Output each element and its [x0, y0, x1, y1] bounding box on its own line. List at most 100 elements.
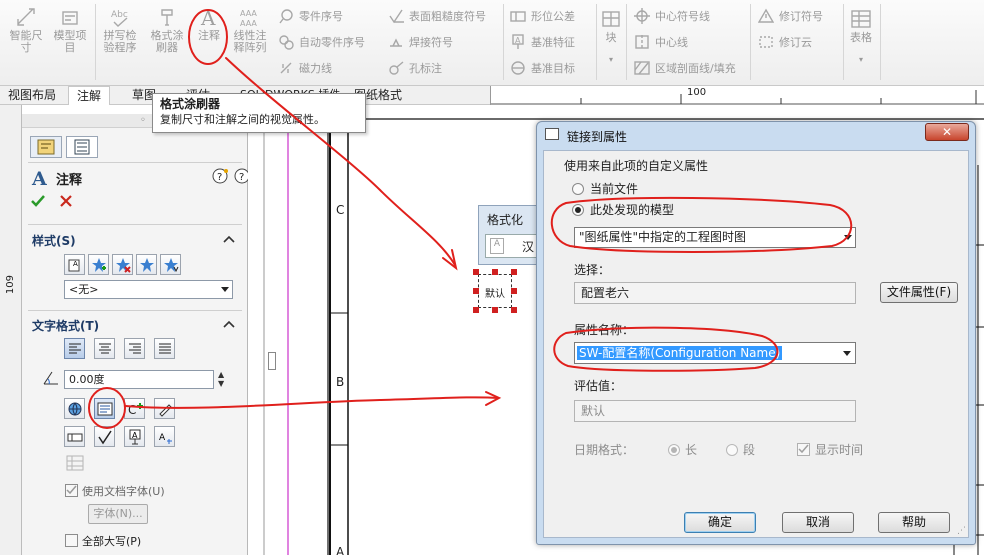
model-items-icon [59, 6, 81, 28]
spell-check-button[interactable]: Abc 拼写检 验程序 [98, 6, 142, 54]
file-properties-button[interactable]: 文件属性(F) [880, 282, 958, 303]
date-format-label: 日期格式： [574, 443, 635, 457]
property-name-select[interactable]: SW-配置名称(Configuration Name) [574, 342, 856, 364]
current-file-radio[interactable] [572, 183, 584, 195]
property-manager-tab[interactable] [30, 136, 62, 158]
svg-text:?: ? [217, 172, 222, 183]
block-dropdown-icon[interactable]: ▾ [609, 54, 613, 66]
panel-pin-icon[interactable]: ◦ [140, 115, 146, 126]
delete-style-star-icon [115, 257, 131, 273]
format-painter-button[interactable]: 格式涂 刷器 [144, 6, 190, 54]
linear-note-pattern-label: 线性注 释阵列 [233, 29, 267, 54]
delete-style-button[interactable] [112, 254, 133, 275]
dialog-titlebar[interactable]: 链接到属性 ✕ [537, 122, 975, 148]
align-left-button[interactable] [64, 338, 85, 359]
magnetic-line-button[interactable]: 磁力线 [278, 60, 332, 76]
justify-button[interactable] [154, 338, 175, 359]
smart-dimension-button[interactable]: 智能尺 寸 [4, 6, 48, 54]
revision-cloud-label: 修订云 [779, 36, 812, 49]
auto-balloon-button[interactable]: 自动零件序号 [278, 34, 365, 50]
help-button[interactable]: 帮助 [878, 512, 950, 533]
add-symbol-button[interactable]: C [124, 398, 145, 419]
cancel-button[interactable]: 取消 [782, 512, 854, 533]
use-document-font-label: 使用文档字体(U) [82, 485, 165, 498]
zone-label-b: B [336, 375, 345, 389]
angle-icon [42, 370, 60, 389]
date-short-radio[interactable] [726, 444, 738, 456]
surface-finish-button[interactable]: 表面粗糙度符号 [388, 8, 486, 24]
revision-cloud-button[interactable]: 修订云 [758, 34, 812, 50]
feature-tree-tab[interactable] [66, 136, 98, 158]
link-to-property-button[interactable] [94, 398, 115, 419]
load-style-button[interactable] [160, 254, 181, 275]
note-button[interactable]: A 注释 [193, 6, 225, 42]
splitter-handle[interactable] [268, 352, 276, 370]
cancel-x-icon[interactable] [59, 194, 73, 211]
resize-grip-icon[interactable]: ⋰ [957, 526, 966, 536]
geometric-tolerance-button[interactable]: 形位公差 [510, 8, 575, 24]
insert-hole-callout-button[interactable]: A [154, 426, 175, 447]
zone-label-c: C [336, 203, 345, 217]
globe-link-icon [68, 402, 81, 415]
note-label: 注释 [198, 29, 220, 42]
area-hatch-label: 区域剖面线/填充 [655, 62, 736, 75]
text-format-collapse-icon[interactable] [223, 320, 235, 328]
vertical-ruler-label: 109 [5, 275, 16, 295]
centerline-label: 中心线 [655, 36, 688, 49]
model-items-button[interactable]: 模型项 目 [48, 6, 92, 54]
angle-input[interactable]: 0.00度 [64, 370, 214, 389]
tab-view-layout[interactable]: 视图布局 [0, 86, 64, 105]
hole-callout-button[interactable]: 孔标注 [388, 60, 442, 76]
check-icon [798, 444, 809, 454]
datum-target-button[interactable]: 基准目标 [510, 60, 575, 76]
show-time-checkbox[interactable] [797, 443, 810, 456]
block-button[interactable]: 块 ▾ [598, 8, 624, 66]
date-short-label: 段 [743, 443, 756, 457]
tab-annotation[interactable]: 注解 [68, 86, 111, 105]
svg-text:A: A [159, 433, 166, 443]
centerline-button[interactable]: 中心线 [634, 34, 688, 50]
dialog-app-icon [545, 128, 559, 140]
date-long-radio[interactable] [668, 444, 680, 456]
area-hatch-icon [634, 60, 650, 76]
model-source-value: "图纸属性"中指定的工程图时图 [579, 230, 747, 244]
linear-note-pattern-button[interactable]: AAA AAA 线性注 释阵列 [228, 6, 272, 54]
align-center-button[interactable] [94, 338, 115, 359]
model-found-radio[interactable] [572, 204, 584, 216]
svg-text:AAA: AAA [240, 9, 257, 18]
datum-feature-button[interactable]: A 基准特征 [510, 34, 575, 50]
ok-check-icon[interactable] [31, 194, 45, 211]
all-caps-checkbox[interactable] [65, 534, 78, 547]
font-field[interactable]: A 汉 [485, 234, 541, 258]
model-source-select[interactable]: "图纸属性"中指定的工程图时图 [574, 227, 856, 248]
revision-symbol-button[interactable]: 修订符号 [758, 8, 823, 24]
hyperlink-button[interactable] [64, 398, 85, 419]
insert-surface-finish-button[interactable] [94, 426, 115, 447]
area-hatch-button[interactable]: 区域剖面线/填充 [634, 60, 736, 76]
help-icon[interactable]: ? [212, 168, 228, 187]
save-style-button[interactable] [136, 254, 157, 275]
align-right-button[interactable] [124, 338, 145, 359]
apply-default-style-button[interactable]: A [64, 254, 85, 275]
style-collapse-icon[interactable] [223, 235, 235, 243]
table-dropdown-icon[interactable]: ▾ [859, 54, 863, 66]
insert-gtol-button[interactable] [64, 426, 85, 447]
lock-symbol-button[interactable] [154, 398, 175, 419]
insert-datum-button[interactable]: A [124, 426, 145, 447]
date-long-label: 长 [685, 443, 698, 457]
font-button[interactable]: 字体(N)... [88, 504, 148, 524]
horizontal-ruler: 100 [490, 86, 984, 105]
load-style-star-icon [163, 257, 178, 272]
center-mark-button[interactable]: 中心符号线 [634, 8, 710, 24]
ok-button[interactable]: 确定 [684, 512, 756, 533]
style-select[interactable]: <无> [64, 280, 233, 299]
balloon-button[interactable]: 零件序号 [278, 8, 343, 24]
style-select-value: <无> [69, 283, 99, 296]
angle-spinner[interactable]: ▲ ▼ [218, 370, 224, 388]
table-button[interactable]: 表格 ▾ [846, 8, 876, 66]
weld-symbol-button[interactable]: 焊接符号 [388, 34, 453, 50]
dialog-close-button[interactable]: ✕ [925, 123, 969, 141]
add-style-button[interactable] [88, 254, 109, 275]
use-document-font-checkbox[interactable] [65, 484, 78, 497]
formatting-toolbar: 格式化 A 汉 [478, 205, 542, 265]
